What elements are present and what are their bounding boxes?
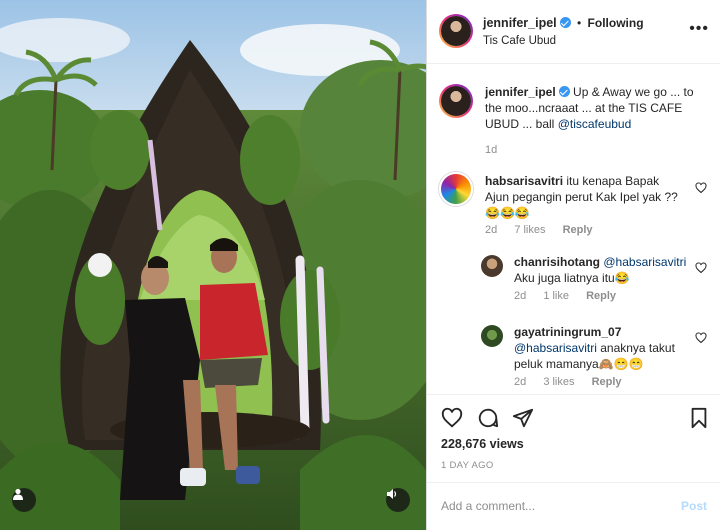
commenter-username[interactable]: chanrisihotang xyxy=(514,255,600,269)
author-avatar[interactable] xyxy=(439,14,473,48)
comment-input[interactable]: Add a comment... xyxy=(441,499,535,513)
comment-bubble-icon[interactable] xyxy=(477,407,499,429)
comment-text: Aku juga liatnya itu😂 xyxy=(514,271,630,285)
caption-author-avatar[interactable] xyxy=(439,84,473,118)
verified-badge-icon xyxy=(559,17,571,28)
reply-button[interactable]: Reply xyxy=(586,290,616,302)
comment-likes[interactable]: 1 like xyxy=(543,290,569,302)
view-count[interactable]: 228,676 views xyxy=(441,437,524,451)
caption-meta: 1d xyxy=(485,144,511,156)
add-comment-bar: Add a comment... Post xyxy=(427,482,720,530)
comment-mention[interactable]: @habsarisavitri xyxy=(514,341,597,355)
verified-badge-icon xyxy=(558,86,570,97)
author-row: jennifer_ipel • Following xyxy=(483,16,644,30)
commenter-avatar[interactable] xyxy=(481,255,503,277)
commenter-username[interactable]: habsarisavitri xyxy=(485,174,563,188)
action-bar xyxy=(427,394,720,440)
following-button[interactable]: Following xyxy=(588,16,644,30)
post-comment-button[interactable]: Post xyxy=(681,499,707,513)
separator-dot: • xyxy=(576,16,582,30)
like-heart-icon[interactable] xyxy=(441,407,463,429)
comment-meta: 2d 1 like Reply xyxy=(514,290,630,302)
person-icon xyxy=(13,488,23,500)
post-sidebar: jennifer_ipel • Following Tis Cafe Ubud … xyxy=(426,0,720,530)
comment-mention[interactable]: @habsarisavitri xyxy=(603,255,686,269)
commenter-avatar[interactable] xyxy=(439,172,473,206)
commenter-avatar[interactable] xyxy=(481,325,503,347)
share-paper-plane-icon[interactable] xyxy=(512,407,534,429)
comment-body: gayatriningrum_07 @habsarisavitri anakny… xyxy=(514,324,694,372)
reply-button[interactable]: Reply xyxy=(563,224,593,236)
comment-body: chanrisihotang @habsarisavitri Aku juga … xyxy=(514,254,694,286)
video-frame xyxy=(0,0,426,530)
comments-list[interactable]: jennifer_ipel Up & Away we go ... to the… xyxy=(427,64,720,394)
caption-mention[interactable]: @tiscafeubud xyxy=(558,117,632,131)
save-bookmark-icon[interactable] xyxy=(689,407,709,429)
like-comment-heart-icon[interactable] xyxy=(695,262,707,274)
caption-username[interactable]: jennifer_ipel xyxy=(485,85,556,99)
post-header: jennifer_ipel • Following Tis Cafe Ubud … xyxy=(427,0,720,64)
tagged-user-button[interactable] xyxy=(12,488,36,512)
commenter-username[interactable]: gayatriningrum_07 xyxy=(514,325,621,339)
speaker-icon xyxy=(387,489,397,499)
post-time[interactable]: 1 DAY AGO xyxy=(441,460,494,471)
more-options-icon[interactable]: ••• xyxy=(689,20,709,38)
author-username[interactable]: jennifer_ipel xyxy=(483,16,557,30)
comment-meta: 2d 3 likes Reply xyxy=(514,376,636,388)
comment-likes[interactable]: 7 likes xyxy=(514,224,545,236)
like-comment-heart-icon[interactable] xyxy=(695,182,707,194)
reply-button[interactable]: Reply xyxy=(592,376,622,388)
comment-meta: 2d 7 likes Reply xyxy=(485,224,607,236)
like-comment-heart-icon[interactable] xyxy=(695,332,707,344)
post-video[interactable] xyxy=(0,0,426,530)
comment-time[interactable]: 2d xyxy=(514,376,526,388)
comment-time[interactable]: 2d xyxy=(485,224,497,236)
comment-body: habsarisavitri itu kenapa Bapak Ajun peg… xyxy=(485,173,685,221)
caption-text-block: jennifer_ipel Up & Away we go ... to the… xyxy=(485,84,695,132)
comment-likes[interactable]: 3 likes xyxy=(543,376,574,388)
sound-toggle-button[interactable] xyxy=(386,488,410,512)
location-link[interactable]: Tis Cafe Ubud xyxy=(483,35,556,47)
comment-time[interactable]: 2d xyxy=(514,290,526,302)
caption-time[interactable]: 1d xyxy=(485,144,497,156)
